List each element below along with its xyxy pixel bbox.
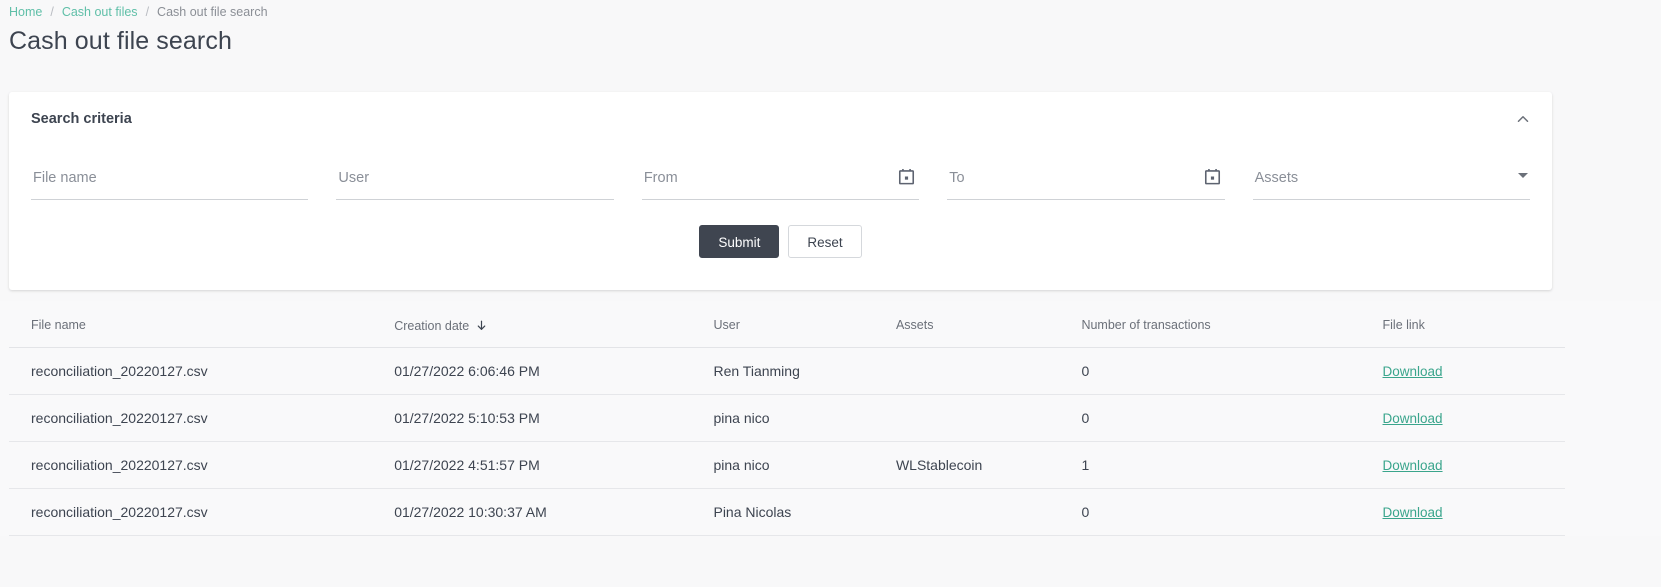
arrow-down-icon — [475, 319, 488, 335]
cell-file-name: reconciliation_20220127.csv — [9, 488, 395, 536]
cell-number-of-transactions: 0 — [1081, 394, 1383, 442]
column-label: File name — [31, 318, 86, 332]
cell-file-name: reconciliation_20220127.csv — [9, 347, 395, 395]
table-row[interactable]: reconciliation_20220127.csv 01/27/2022 6… — [9, 347, 1565, 395]
cell-assets — [895, 347, 1082, 395]
cell-file-name: reconciliation_20220127.csv — [9, 394, 395, 442]
column-label: Assets — [895, 318, 934, 332]
table-row[interactable]: reconciliation_20220127.csv 01/27/2022 4… — [9, 441, 1565, 489]
assets-select[interactable]: Assets — [1252, 156, 1531, 200]
download-link[interactable]: Download — [1383, 458, 1443, 473]
page-title: Cash out file search — [9, 27, 232, 55]
form-actions: Submit Reset — [9, 225, 1552, 258]
cell-creation-date: 01/27/2022 10:30:37 AM — [394, 488, 714, 536]
chevron-up-icon[interactable] — [1510, 106, 1536, 132]
cell-number-of-transactions: 1 — [1081, 441, 1383, 489]
search-criteria-card: Search criteria File name User From To A… — [9, 92, 1552, 290]
file-name-field[interactable]: File name — [31, 156, 309, 200]
cell-file-link: Download — [1382, 488, 1565, 536]
column-header-creation-date[interactable]: Creation date — [394, 301, 714, 348]
cell-file-link: Download — [1382, 441, 1565, 489]
breadcrumb-separator: / — [145, 5, 150, 19]
breadcrumb-item-cash-out-files[interactable]: Cash out files — [62, 4, 138, 20]
breadcrumb-item-current: Cash out file search — [157, 5, 268, 19]
table-row[interactable]: reconciliation_20220127.csv 01/27/2022 1… — [9, 488, 1565, 536]
download-link[interactable]: Download — [1383, 364, 1443, 379]
column-header-file-name[interactable]: File name — [9, 301, 395, 348]
column-label: Creation date — [394, 319, 470, 333]
cell-creation-date: 01/27/2022 6:06:46 PM — [394, 347, 714, 395]
chevron-down-icon[interactable] — [1518, 173, 1529, 178]
calendar-icon[interactable] — [1203, 167, 1223, 187]
results-table-head: File name Creation date User Assets Numb… — [9, 301, 1565, 348]
column-label: File link — [1382, 318, 1425, 332]
cell-assets — [895, 488, 1082, 536]
cell-user: pina nico — [713, 394, 896, 442]
search-criteria-header: Search criteria — [9, 92, 1552, 146]
column-header-assets[interactable]: Assets — [895, 301, 1082, 348]
cash-out-file-search-page: Home / Cash out files / Cash out file se… — [0, 0, 1661, 587]
column-label: User — [713, 318, 740, 332]
to-date-field[interactable]: To — [947, 156, 1225, 200]
column-label: Number of transactions — [1081, 318, 1211, 332]
cell-file-name: reconciliation_20220127.csv — [9, 441, 395, 489]
breadcrumb-separator: / — [50, 5, 54, 19]
cell-assets — [895, 394, 1082, 442]
results-table-body: reconciliation_20220127.csv 01/27/2022 6… — [9, 347, 1565, 536]
column-header-number-of-transactions[interactable]: Number of transactions — [1081, 301, 1383, 348]
breadcrumb: Home / Cash out files / Cash out file se… — [0, 0, 1661, 20]
results-table: File name Creation date User Assets Numb… — [9, 301, 1565, 536]
breadcrumb-item-home[interactable]: Home — [9, 4, 42, 20]
results-table-container: File name Creation date User Assets Numb… — [0, 301, 1661, 536]
cell-creation-date: 01/27/2022 5:10:53 PM — [394, 394, 714, 442]
cell-assets: WLStablecoin — [895, 441, 1082, 489]
cell-user: pina nico — [713, 441, 896, 489]
search-criteria-title: Search criteria — [31, 111, 132, 127]
submit-button[interactable]: Submit — [699, 225, 780, 258]
cell-file-link: Download — [1382, 394, 1565, 442]
user-field[interactable]: User — [336, 156, 614, 200]
cell-number-of-transactions: 0 — [1081, 347, 1383, 395]
cell-file-link: Download — [1382, 347, 1565, 395]
assets-label: Assets — [1254, 170, 1299, 186]
cell-number-of-transactions: 0 — [1081, 488, 1383, 536]
column-header-file-link: File link — [1382, 301, 1565, 348]
search-form-row: File name User From To Assets — [9, 156, 1552, 200]
download-link[interactable]: Download — [1383, 505, 1443, 520]
calendar-icon[interactable] — [897, 167, 917, 187]
table-row[interactable]: reconciliation_20220127.csv 01/27/2022 5… — [9, 394, 1565, 442]
reset-button[interactable]: Reset — [788, 225, 862, 258]
cell-user: Ren Tianming — [713, 347, 896, 395]
cell-creation-date: 01/27/2022 4:51:57 PM — [394, 441, 714, 489]
column-header-user[interactable]: User — [713, 301, 896, 348]
from-date-field[interactable]: From — [641, 156, 920, 200]
download-link[interactable]: Download — [1383, 411, 1443, 426]
cell-user: Pina Nicolas — [713, 488, 896, 536]
table-header-row: File name Creation date User Assets Numb… — [9, 301, 1565, 348]
